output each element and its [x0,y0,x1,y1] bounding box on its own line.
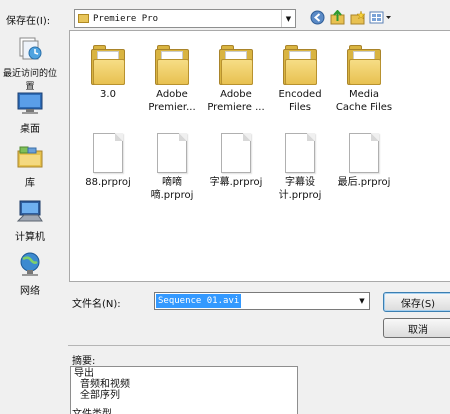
save-in-label: 保存在(I): [6,16,51,27]
item-label: 88.prproj [85,177,131,188]
file-list[interactable]: 3.0 Adobe Premier... Adobe Premiere ... … [69,30,450,282]
folder-icon [91,45,125,85]
back-icon[interactable] [309,9,326,26]
chevron-down-icon[interactable]: ▼ [281,10,295,27]
place-network[interactable]: 网络 [2,251,58,297]
place-libraries[interactable]: 库 [2,145,58,189]
item-label: 最后.prproj [337,177,391,188]
item-label: 字幕设计.prproj [278,177,322,201]
place-desktop[interactable]: 桌面 [2,91,58,135]
item-label: Encoded Files [278,89,322,113]
folder-item[interactable]: Adobe Premiere ... [206,37,266,114]
folder-icon [155,45,189,85]
network-icon [2,251,58,280]
place-recent[interactable]: 最近访问的位置 [2,35,58,92]
document-item[interactable]: 嘀嘀嘀.prproj [142,125,202,202]
document-item[interactable]: 字幕.prproj [206,125,266,189]
item-label: 字幕.prproj [209,177,263,188]
document-item[interactable]: 88.prproj [78,125,138,189]
filename-input[interactable]: Sequence 01.avi ▼ [154,292,370,310]
folder-icon [283,45,317,85]
computer-icon [2,199,58,226]
cancel-button[interactable]: 取消 [383,318,450,338]
item-label: 3.0 [100,89,116,100]
document-icon [221,133,251,173]
divider [68,345,450,346]
libraries-icon [2,145,58,172]
summary-line: 音频和视频 [80,379,130,390]
folder-item[interactable]: 3.0 [78,37,138,101]
place-computer[interactable]: 计算机 [2,199,58,243]
document-icon [285,133,315,173]
document-icon [349,133,379,173]
place-label: 库 [25,178,35,189]
chevron-down-icon[interactable]: ▼ [355,297,369,305]
place-label: 最近访问的位置 [2,69,57,92]
document-icon [93,133,123,173]
up-folder-icon[interactable] [329,9,346,26]
folder-icon [347,45,381,85]
recent-places-icon [2,35,58,64]
filename-label: 文件名(N): [72,299,121,310]
place-label: 桌面 [20,124,40,135]
item-label: Adobe Premiere ... [207,89,265,113]
location-dropdown[interactable]: Premiere Pro ▼ [74,9,296,28]
folder-item[interactable]: Media Cache Files [334,37,394,114]
nav-toolbar [309,9,393,26]
file-type-label: 文件类型 [72,405,112,414]
new-folder-icon[interactable] [349,9,366,26]
places-bar: 最近访问的位置 桌面 库 计算机 网络 [2,33,58,303]
summary-line: 导出 [74,368,94,379]
view-menu-icon[interactable] [369,9,393,26]
folder-item[interactable]: Adobe Premier... [142,37,202,114]
item-label: Media Cache Files [335,89,393,113]
item-label: Adobe Premier... [148,89,196,113]
place-label: 计算机 [15,232,45,243]
save-button[interactable]: 保存(S) [383,292,450,312]
place-label: 网络 [20,286,40,297]
document-item[interactable]: 字幕设计.prproj [270,125,330,202]
filename-value[interactable]: Sequence 01.avi [156,294,242,308]
folder-item[interactable]: Encoded Files [270,37,330,114]
folder-icon [219,45,253,85]
item-label: 嘀嘀嘀.prproj [150,177,194,201]
summary-label: 摘要: [72,356,96,367]
location-value: Premiere Pro [93,13,159,24]
summary-line: 全部序列 [80,390,120,401]
document-item[interactable]: 最后.prproj [334,125,394,189]
document-icon [157,133,187,173]
folder-small-icon [78,14,89,23]
desktop-icon [2,91,58,118]
